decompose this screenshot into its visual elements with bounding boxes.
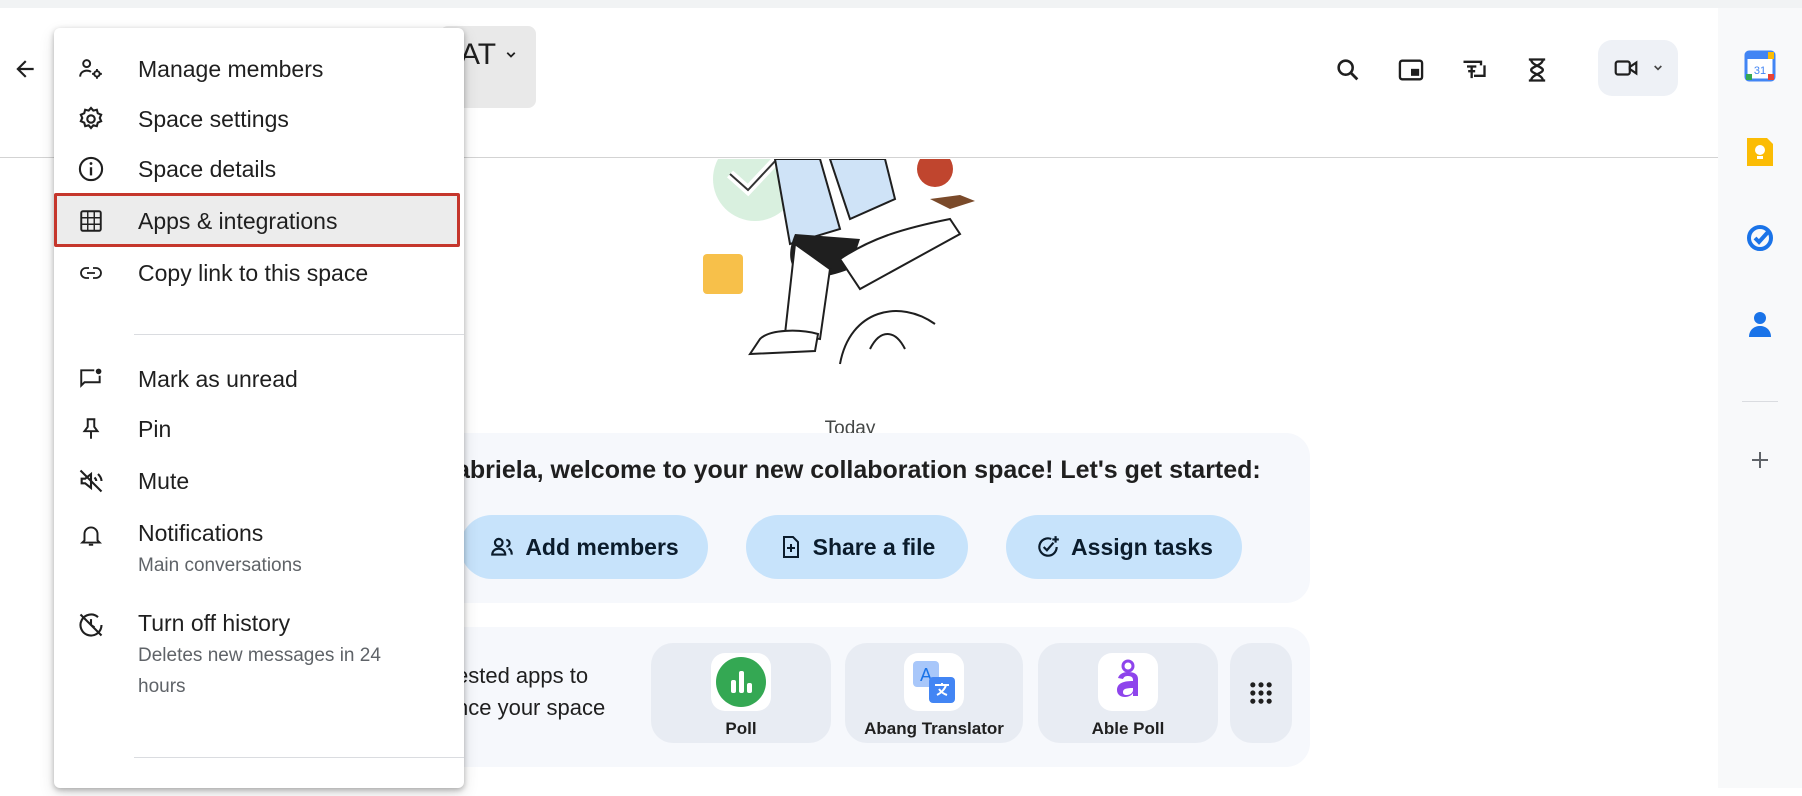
browser-top-strip	[0, 0, 1802, 8]
mark-unread-icon	[76, 364, 106, 394]
menu-item-sublabel: Main conversations	[138, 555, 302, 576]
menu-item-turn-off-history[interactable]: Turn off history Deletes new messages in…	[54, 600, 464, 710]
app-name: Able Poll	[1091, 719, 1165, 738]
welcome-message: abriela, welcome to your new collaborati…	[456, 456, 1261, 484]
bell-icon	[76, 520, 106, 550]
menu-item-label: Pin	[138, 416, 172, 442]
menu-item-copy-link[interactable]: Copy link to this space	[54, 248, 464, 298]
contacts-icon	[1749, 312, 1771, 337]
search-button[interactable]	[1330, 52, 1366, 88]
meet-button[interactable]	[1598, 40, 1678, 96]
menu-item-space-details[interactable]: Space details	[54, 146, 464, 196]
share-file-button[interactable]: Share a file	[746, 515, 968, 579]
video-camera-icon	[1614, 60, 1637, 76]
menu-item-manage-members[interactable]: Manage members	[54, 46, 464, 96]
more-apps-button[interactable]	[1230, 643, 1292, 743]
hourglass-button[interactable]	[1519, 52, 1555, 88]
suggested-apps-line-1: ested apps to	[456, 663, 589, 688]
space-options-menu: Manage members Space settings Space deta…	[54, 28, 464, 788]
back-button[interactable]	[8, 52, 42, 86]
menu-item-label: Mute	[138, 468, 190, 494]
arrow-back-icon	[16, 60, 34, 78]
add-addon-button[interactable]	[1742, 442, 1778, 478]
side-panel-rail: 31	[1718, 8, 1802, 788]
pin-to-screen-button[interactable]	[1456, 52, 1492, 88]
mute-icon	[76, 466, 106, 496]
tasks-icon	[1747, 225, 1773, 251]
picture-in-picture-button[interactable]	[1393, 52, 1429, 88]
app-tile-able-poll[interactable]: Able Poll	[1038, 643, 1218, 743]
share-file-label: Share a file	[812, 533, 936, 560]
poll-icon	[716, 657, 766, 707]
gear-icon	[76, 104, 106, 134]
svg-text:31: 31	[1754, 65, 1766, 77]
app-name: Abang Translator	[864, 719, 1004, 738]
info-icon	[76, 154, 106, 184]
chevron-down-icon	[1653, 65, 1662, 71]
tasks-button[interactable]	[1742, 220, 1778, 256]
add-members-icon	[491, 537, 514, 556]
menu-item-label: Space settings	[138, 106, 289, 132]
manage-members-icon	[76, 54, 106, 84]
history-off-icon	[76, 610, 106, 640]
app-tile-poll[interactable]: Poll	[651, 643, 831, 743]
welcome-illustration	[703, 159, 975, 365]
translate-icon: A	[913, 661, 955, 703]
keep-icon	[1747, 138, 1773, 166]
app-tile-abang-translator[interactable]: A Abang Translator	[845, 643, 1023, 743]
assign-tasks-button[interactable]: Assign tasks	[1006, 515, 1242, 579]
menu-item-label: Manage members	[138, 56, 324, 82]
menu-divider	[134, 757, 464, 758]
suggested-apps-line-2: nce your space	[456, 695, 606, 720]
share-file-icon	[782, 536, 799, 558]
menu-item-space-settings[interactable]: Space settings	[54, 96, 464, 146]
calendar-icon: 31	[1744, 50, 1776, 82]
keep-button[interactable]	[1742, 134, 1778, 170]
chevron-down-icon	[506, 52, 516, 58]
menu-divider	[134, 334, 464, 335]
abang-translator-logo: A	[904, 653, 964, 711]
add-icon	[1752, 452, 1768, 468]
apps-grid-icon	[76, 206, 106, 236]
space-title[interactable]: AT	[460, 38, 520, 72]
calendar-button[interactable]: 31	[1742, 48, 1778, 84]
poll-logo	[711, 653, 771, 711]
search-icon	[1337, 59, 1359, 81]
add-members-button[interactable]: Add members	[460, 515, 708, 579]
menu-item-mute[interactable]: Mute	[54, 456, 464, 506]
menu-item-label: Copy link to this space	[138, 260, 369, 286]
menu-item-label: Mark as unread	[138, 366, 298, 392]
menu-item-sublabel: Deletes new messages in 24 hours	[138, 645, 381, 697]
picture-in-picture-icon	[1398, 59, 1424, 81]
menu-item-label: Space details	[138, 156, 277, 182]
suggested-apps-text: ested apps to nce your space	[456, 660, 605, 724]
assign-tasks-icon	[1038, 536, 1059, 557]
pin-icon	[76, 414, 106, 444]
contacts-button[interactable]	[1742, 306, 1778, 342]
menu-item-pin[interactable]: Pin	[54, 404, 464, 454]
able-poll-logo	[1098, 653, 1158, 711]
hourglass-icon	[1528, 58, 1546, 82]
link-icon	[76, 258, 106, 288]
rail-divider	[1742, 401, 1778, 402]
space-title-text: AT	[460, 38, 497, 71]
assign-tasks-label: Assign tasks	[1071, 533, 1213, 560]
menu-item-mark-as-unread[interactable]: Mark as unread	[54, 354, 464, 404]
menu-item-notifications[interactable]: Notifications Main conversations	[54, 510, 464, 596]
able-poll-icon	[1117, 659, 1138, 697]
add-members-label: Add members	[525, 533, 679, 560]
menu-item-apps-integrations[interactable]: Apps & integrations	[54, 196, 464, 246]
menu-item-label: Apps & integrations	[138, 208, 338, 234]
pin-to-screen-icon	[1463, 60, 1486, 79]
apps-grid-icon	[1250, 682, 1272, 704]
menu-item-label: Turn off history	[138, 610, 291, 636]
menu-item-label: Notifications	[138, 520, 264, 546]
app-name: Poll	[725, 719, 757, 738]
